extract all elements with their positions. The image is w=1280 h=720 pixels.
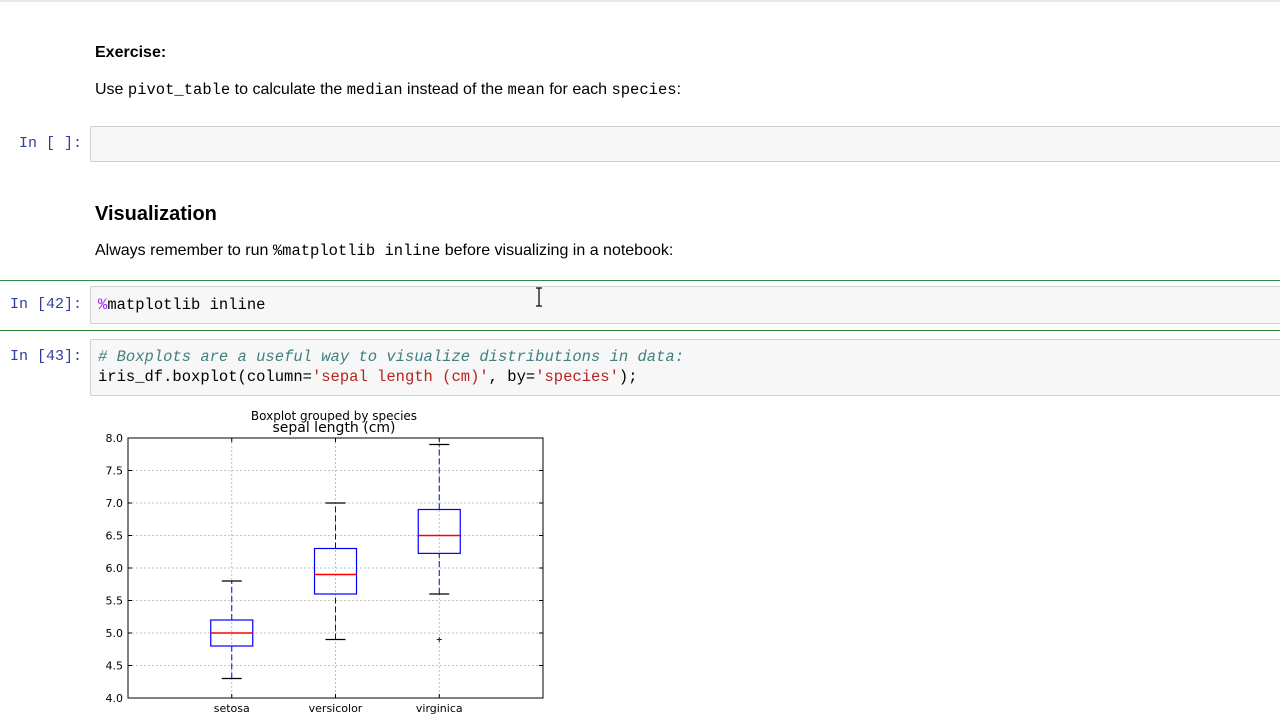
top-border [0, 0, 1280, 2]
x-tick-label: versicolor [309, 702, 363, 715]
y-tick-label: 7.5 [106, 465, 124, 478]
y-tick-label: 4.0 [106, 692, 124, 705]
visualization-text: Always remember to run %matplotlib inlin… [95, 242, 674, 260]
cell-prompt-42: In [42]: [9, 296, 82, 313]
code-cell-42[interactable]: %matplotlib inline [90, 286, 1280, 324]
selected-cell-top-border [0, 280, 1280, 281]
chart-title: sepal length (cm) [272, 420, 395, 436]
cell-prompt-43: In [43]: [9, 348, 82, 365]
y-tick-label: 5.0 [106, 627, 124, 640]
chart-grid [128, 437, 543, 699]
y-tick-label: 8.0 [106, 432, 124, 445]
x-tick-label: setosa [214, 702, 250, 715]
text-cursor-icon [536, 287, 542, 307]
exercise-text: Use pivot_table to calculate the median … [95, 81, 682, 99]
y-tick-label: 6.5 [106, 530, 124, 543]
visualization-heading: Visualization [95, 203, 217, 225]
y-axis-ticks: 4.0 4.5 5.0 5.5 6.0 6.5 7.0 7.5 8.0 [106, 432, 543, 705]
y-tick-label: 7.0 [106, 497, 124, 510]
code-comment: # Boxplots are a useful way to visualize… [98, 348, 684, 366]
cell-prompt-empty: In [ ]: [18, 135, 82, 152]
exercise-title: Exercise: [95, 44, 167, 61]
empty-code-cell[interactable] [90, 126, 1280, 162]
selected-cell-bottom-border [0, 330, 1280, 331]
y-tick-label: 6.0 [106, 562, 124, 575]
y-tick-label: 4.5 [106, 660, 124, 673]
boxplot-chart: Boxplot grouped by species sepal length … [106, 409, 544, 715]
code-cell-43[interactable]: # Boxplots are a useful way to visualize… [90, 339, 1280, 396]
y-tick-label: 5.5 [106, 595, 124, 608]
x-axis-ticks: setosa versicolor virginica [214, 438, 463, 715]
x-tick-label: virginica [416, 702, 463, 715]
